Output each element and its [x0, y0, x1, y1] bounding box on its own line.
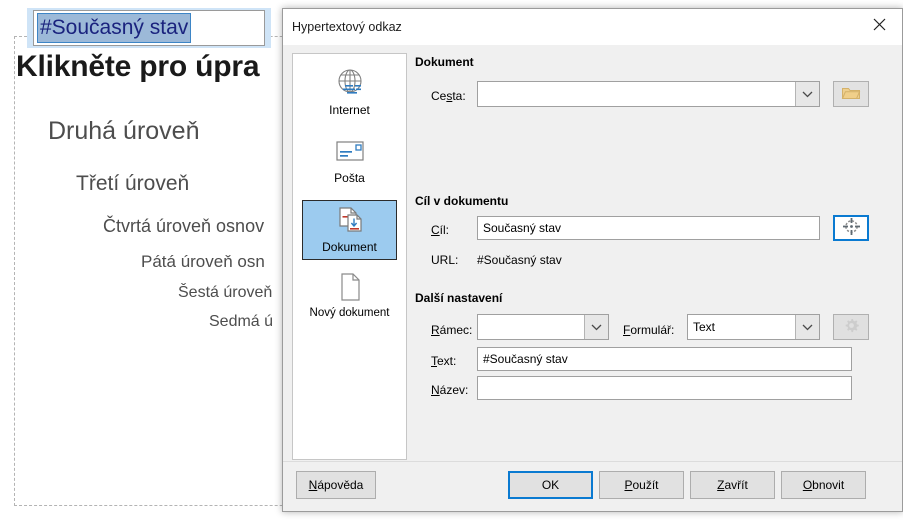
outline-level-3[interactable]: Třetí úroveň	[76, 172, 189, 196]
outline-level-5[interactable]: Pátá úroveň osn	[141, 252, 265, 272]
outline-title[interactable]: Klikněte pro úpra	[16, 50, 260, 84]
new-document-icon	[336, 270, 364, 304]
name-input[interactable]	[477, 376, 852, 400]
outline-level-7[interactable]: Sedmá ú	[209, 313, 273, 331]
target-picker-button[interactable]	[833, 215, 869, 241]
dialog-titlebar[interactable]: Hypertextový odkaz	[283, 9, 902, 45]
url-label: URL:	[431, 253, 459, 267]
outline-level-4[interactable]: Čtvrtá úroveň osnov	[103, 216, 264, 237]
sidebar-item-label: Internet	[329, 103, 370, 117]
frame-value	[478, 315, 584, 339]
chevron-down-icon[interactable]	[795, 82, 819, 106]
sidebar-item-mail[interactable]: Pošta	[302, 132, 397, 192]
dialog-body: Internet Pošta Dokument Nový dokument Do…	[283, 45, 902, 511]
gear-icon	[843, 317, 860, 337]
hyperlink-text-selected[interactable]: #Současný stav	[38, 14, 191, 42]
hyperlink-type-list[interactable]: Internet Pošta Dokument Nový dokument	[292, 53, 407, 460]
form-label: Formulář:	[623, 323, 675, 337]
close-icon[interactable]	[857, 9, 902, 39]
outline-level-6[interactable]: Šestá úroveň	[178, 284, 272, 302]
sidebar-item-document[interactable]: Dokument	[302, 200, 397, 260]
text-label: Text:	[431, 354, 457, 368]
sidebar-item-label: Pošta	[334, 171, 365, 185]
chevron-down-icon[interactable]	[584, 315, 608, 339]
group-title-target: Cíl v dokumentu	[415, 194, 509, 208]
hyperlink-dialog: Hypertextový odkaz Internet Pošta Dokume…	[282, 8, 903, 512]
folder-open-icon	[841, 85, 861, 104]
crosshair-target-icon	[842, 217, 861, 239]
name-label: Název:	[431, 383, 469, 397]
ok-button[interactable]: OK	[508, 471, 593, 499]
form-combobox[interactable]: Text	[687, 314, 820, 340]
path-combobox[interactable]	[477, 81, 820, 107]
text-input[interactable]	[477, 347, 852, 371]
group-title-further-settings: Další nastavení	[415, 291, 503, 305]
group-title-document: Dokument	[415, 55, 474, 69]
frame-combobox[interactable]	[477, 314, 609, 340]
documents-icon	[334, 203, 366, 237]
browse-file-button[interactable]	[833, 81, 869, 107]
dialog-title: Hypertextový odkaz	[292, 20, 402, 34]
globe-icon	[334, 66, 366, 100]
url-value: #Současný stav	[477, 253, 562, 267]
sidebar-item-label: Dokument	[322, 240, 377, 254]
target-label: Cíl:	[431, 223, 450, 237]
form-settings-button[interactable]	[833, 314, 869, 340]
apply-button[interactable]: Použít	[599, 471, 684, 499]
sidebar-item-new-document[interactable]: Nový dokument	[302, 268, 397, 328]
chevron-down-icon[interactable]	[795, 315, 819, 339]
path-label: Cesta:	[431, 89, 466, 103]
reset-button[interactable]: Obnovit	[781, 471, 866, 499]
dialog-separator	[283, 461, 902, 462]
path-value	[478, 82, 795, 106]
sidebar-item-label: Nový dokument	[309, 307, 390, 319]
help-button[interactable]: Nápověda	[296, 471, 376, 499]
frame-label: Rámec:	[431, 323, 473, 337]
envelope-icon	[333, 134, 367, 168]
target-input[interactable]	[477, 216, 820, 240]
close-button[interactable]: Zavřít	[690, 471, 775, 499]
outline-level-2[interactable]: Druhá úroveň	[48, 117, 199, 146]
sidebar-item-internet[interactable]: Internet	[302, 64, 397, 124]
form-value: Text	[688, 315, 795, 339]
